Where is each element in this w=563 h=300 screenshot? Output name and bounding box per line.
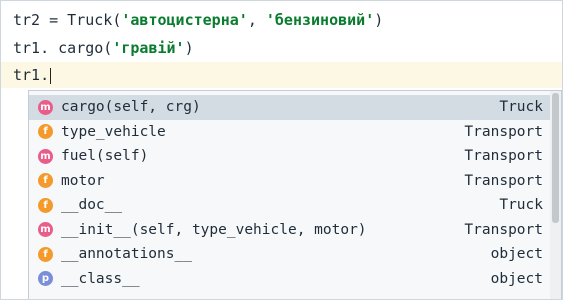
autocomplete-item[interactable]: f type_vehicle Transport (29, 120, 551, 145)
method-icon: m (38, 148, 53, 164)
autocomplete-item-name: __annotations__ (61, 246, 192, 263)
field-icon: f (38, 246, 53, 262)
string-literal: 'бензиновий' (265, 11, 375, 29)
autocomplete-item-name: motor (61, 172, 105, 189)
field-icon: f (38, 124, 53, 140)
autocomplete-item[interactable]: m __init__(self, type_vehicle, motor) Tran… (29, 218, 551, 243)
property-icon: p (38, 271, 53, 287)
autocomplete-item-type: object (490, 246, 543, 263)
autocomplete-item[interactable]: p __class__ object (29, 267, 551, 292)
autocomplete-item-name: __class__ (61, 270, 140, 287)
autocomplete-item-type: Transport (464, 148, 543, 165)
autocomplete-item[interactable]: m cargo(self, crg) Truck (29, 95, 551, 120)
scrollbar-thumb[interactable] (552, 93, 559, 223)
autocomplete-item-name: type_vehicle (61, 123, 166, 140)
string-literal: 'гравій' (112, 39, 185, 57)
field-icon: f (38, 173, 53, 189)
autocomplete-item-type: object (490, 270, 543, 287)
string-literal: 'автоцистерна' (121, 11, 248, 29)
autocomplete-item-type: Transport (464, 221, 543, 238)
method-icon: m (38, 222, 53, 238)
code-text: tr1. (13, 66, 50, 84)
code-line-3-current[interactable]: tr1. (1, 62, 562, 88)
method-icon: m (38, 99, 53, 115)
autocomplete-item-name: fuel(self) (61, 148, 149, 165)
autocomplete-item[interactable]: f __annotations__ object (29, 242, 551, 267)
autocomplete-item[interactable]: m fuel(self) Transport (29, 144, 551, 169)
code-text: tr2 = Truck( (13, 11, 122, 29)
autocomplete-item-name: cargo(self, crg) (61, 99, 201, 116)
code-editor[interactable]: tr2 = Truck('автоцистерна', 'бензиновий'… (0, 0, 563, 300)
autocomplete-item-type: Truck (499, 197, 543, 214)
text-caret (50, 67, 52, 84)
code-text: , (247, 11, 266, 29)
autocomplete-item[interactable]: f __doc__ Truck (29, 193, 551, 218)
autocomplete-item-name: __doc__ (61, 197, 123, 214)
autocomplete-item-type: Truck (499, 99, 543, 116)
code-text: ) (184, 39, 194, 57)
autocomplete-item[interactable]: f motor Transport (29, 169, 551, 194)
field-icon: f (38, 197, 53, 213)
autocomplete-item-name: __init__(self, type_vehicle, motor) (61, 221, 367, 238)
autocomplete-item-type: Transport (464, 123, 543, 140)
code-line-2[interactable]: tr1. cargo('гравій') (1, 35, 562, 61)
autocomplete-scrollbar[interactable] (550, 91, 561, 299)
code-text: ) (374, 11, 384, 29)
code-line-1[interactable]: tr2 = Truck('автоцистерна', 'бензиновий'… (1, 7, 562, 33)
autocomplete-popup[interactable]: m cargo(self, crg) Truck f type_vehicle Trans… (28, 90, 562, 299)
autocomplete-item-type: Transport (464, 172, 543, 189)
code-text: tr1. cargo( (13, 39, 113, 57)
